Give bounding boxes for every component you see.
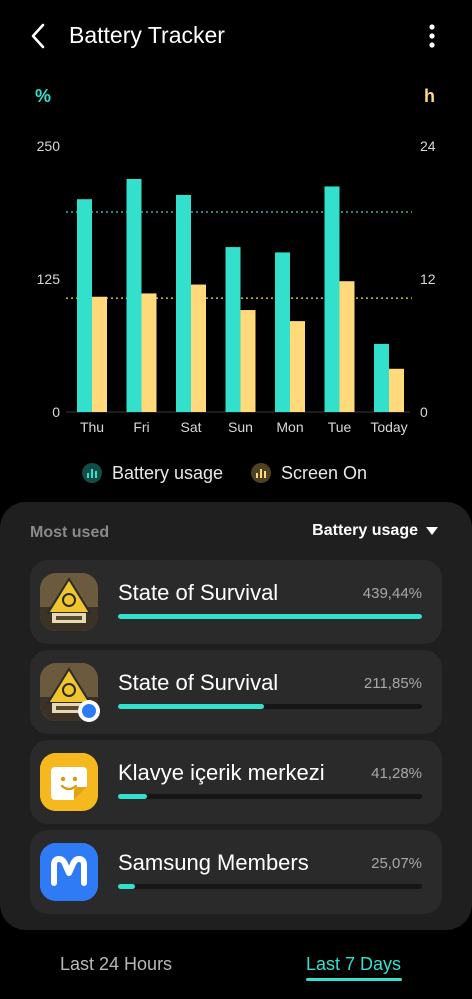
screen-on-bar [141,293,157,412]
app-percent: 25,07% [371,855,422,872]
app-name: State of Survival [118,580,279,605]
usage-bar-fill [118,704,264,709]
usage-bar-fill [118,614,422,619]
right-tick-label: 0 [420,404,428,420]
more-vert-icon [429,24,435,48]
screen-on-bar [339,281,355,412]
secure-folder-badge-icon [78,700,100,722]
battery-usage-bar [374,343,389,412]
usage-bar [118,884,422,889]
app-name: State of Survival [118,670,279,695]
x-tick-label: Today [370,419,407,435]
left-tick-label: 250 [37,138,61,154]
battery-usage-bar [225,247,241,412]
screen-on-bar [191,284,206,412]
battery-usage-bar [126,178,142,412]
bar-chart-svg: % h 250 125 0 24 12 0 Thu Fri Sat Sun Mon Tue Today [35,86,436,435]
page-title: Battery Tracker [69,22,225,48]
battery-usage-bar [324,186,340,412]
battery-usage-bar [275,252,290,412]
app-list-item[interactable]: Klavye içerik merkezi 41,28% [30,740,442,824]
most-used-label: Most used [30,524,110,541]
state-of-survival-icon [40,573,98,631]
left-tick-label: 0 [52,404,60,420]
more-options-button[interactable] [418,20,446,52]
screen-on-bar [290,321,305,412]
usage-bar-fill [118,884,136,889]
app-percent: 41,28% [371,765,422,782]
left-tick-label: 125 [37,271,61,287]
battery-usage-bar [77,199,92,412]
legend-battery-usage[interactable]: Battery usage [82,458,223,488]
app-list-item[interactable]: Samsung Members 25,07% [30,830,442,914]
sort-dropdown[interactable]: Battery usage [312,522,438,540]
usage-bar [118,704,422,709]
legend-label: Battery usage [112,462,224,483]
caret-down-icon [426,527,438,535]
screen-on-bar [389,368,404,412]
legend-label: Screen On [281,462,368,483]
sort-dropdown-label: Battery usage [312,522,418,539]
x-tick-label: Sat [180,419,201,435]
usage-bar [118,794,422,799]
app-percent: 211,85% [363,675,422,692]
app-name: Samsung Members [118,850,309,875]
right-axis-unit: h [424,86,435,106]
x-tick-label: Tue [328,419,352,435]
chart-legend: Battery usage Screen On [0,458,472,488]
bar-chart-icon [251,463,271,483]
screen-on-bar [92,296,107,412]
samsung-members-icon [40,843,98,901]
usage-bar [118,614,422,619]
app-name: Klavye içerik merkezi [118,760,325,785]
period-tabs: Last 24 Hours Last 7 Days [0,930,472,999]
x-tick-label: Thu [80,419,104,435]
most-used-panel: Most used Battery usage State of Surviva… [0,502,472,930]
app-list-item[interactable]: State of Survival 211,85% [30,650,442,734]
app-list-item[interactable]: State of Survival 439,44% [30,560,442,644]
right-tick-label: 24 [420,138,436,154]
app-percent: 439,44% [362,585,422,602]
screen-on-bar [240,310,256,412]
keyboard-sticker-icon [40,753,98,811]
tab-last-24-hours[interactable]: Last 24 Hours [60,954,172,975]
active-tab-indicator [306,978,402,981]
x-tick-label: Fri [133,419,149,435]
tab-last-7-days[interactable]: Last 7 Days [306,954,401,975]
app-header: Battery Tracker [0,0,472,78]
back-button[interactable] [24,20,54,52]
bar-chart-icon [82,463,102,483]
battery-usage-bar [176,194,191,412]
x-tick-label: Mon [276,419,303,435]
left-axis-unit: % [35,86,51,106]
right-tick-label: 12 [420,271,436,287]
usage-chart: % h 250 125 0 24 12 0 Thu Fri Sat Sun Mon Tue Today Ba… [0,78,472,500]
x-tick-label: Sun [228,419,253,435]
usage-bar-fill [118,794,147,799]
chevron-left-icon [31,23,45,49]
legend-screen-on[interactable]: Screen On [251,458,367,488]
